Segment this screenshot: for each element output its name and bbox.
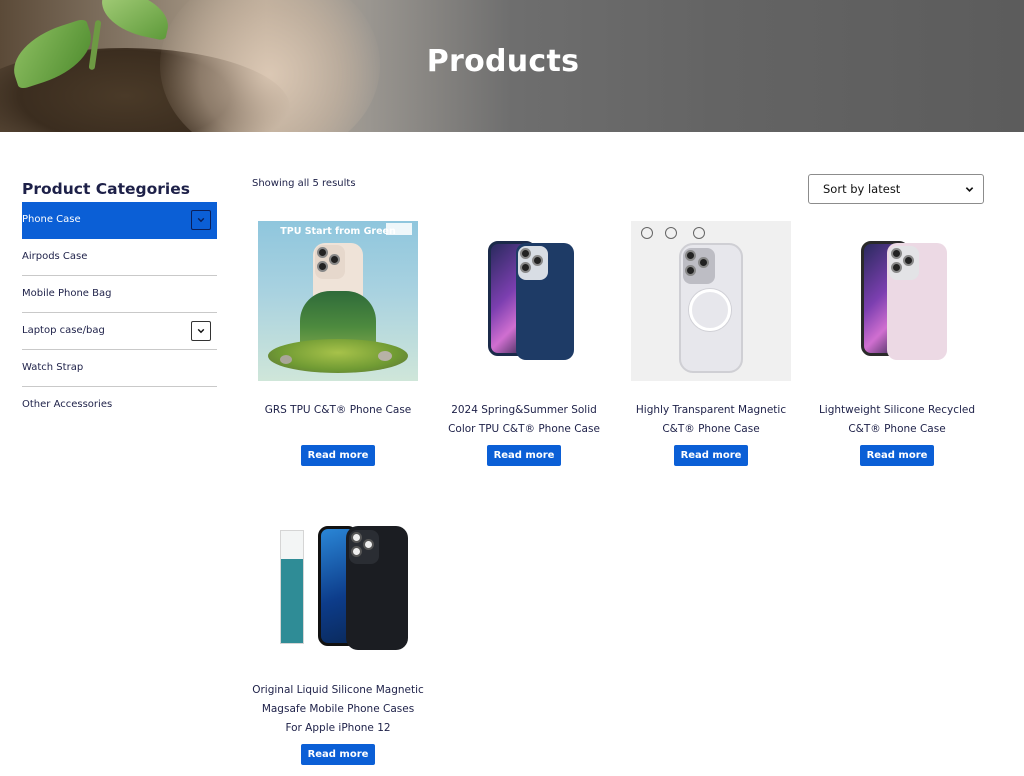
rock-decoration <box>378 351 392 361</box>
product-card: Original Liquid Silicone Magnetic Magsaf… <box>252 500 432 770</box>
product-title-line: Highly Transparent Magnetic <box>635 404 787 416</box>
product-card: Lightweight Silicone Recycled C&T® Phone… <box>811 221 991 471</box>
chevron-down-icon <box>197 217 205 223</box>
sort-selected-value: Sort by latest <box>823 182 901 196</box>
product-title-line: Magsafe Mobile Phone Cases <box>261 703 415 715</box>
product-card: TPU Start from Green GRS TPU C&T® Phone … <box>252 221 432 471</box>
read-more-button[interactable]: Read more <box>301 445 375 466</box>
product-image[interactable] <box>817 221 977 381</box>
chevron-down-icon <box>965 187 974 192</box>
magsafe-ring <box>689 289 731 331</box>
camera-lens <box>685 265 696 276</box>
read-more-button[interactable]: Read more <box>487 445 561 466</box>
product-card: 2024 Spring&Summer Solid Color TPU C&T® … <box>438 221 618 471</box>
camera-lens <box>329 254 340 265</box>
product-title-link[interactable]: Lightweight Silicone Recycled C&T® Phone… <box>805 401 989 439</box>
product-title-line: GRS TPU C&T® Phone Case <box>264 404 412 416</box>
camera-lens <box>317 247 328 258</box>
product-title-line: For Apple iPhone 12 <box>285 722 391 734</box>
expand-toggle-button[interactable] <box>191 210 211 230</box>
read-more-button[interactable]: Read more <box>674 445 748 466</box>
product-title-line: C&T® Phone Case <box>662 423 760 435</box>
sidebar-heading: Product Categories <box>22 180 190 198</box>
sidebar-item-airpods-case[interactable]: Airpods Case <box>22 239 217 276</box>
brand-logo-tag <box>386 223 412 235</box>
camera-lens <box>351 546 362 557</box>
feature-icon <box>665 227 677 239</box>
product-image[interactable] <box>258 500 418 660</box>
sidebar-item-label: Laptop case/bag <box>22 325 105 336</box>
read-more-button[interactable]: Read more <box>860 445 934 466</box>
feature-icon <box>693 227 705 239</box>
camera-lens <box>685 250 696 261</box>
sidebar-item-other-accessories[interactable]: Other Accessories <box>22 387 217 424</box>
product-image[interactable] <box>444 221 604 381</box>
product-title-line: Color TPU C&T® Phone Case <box>448 423 600 435</box>
page-title: Products <box>426 44 580 79</box>
sidebar-item-label: Airpods Case <box>22 251 88 262</box>
product-title-line: Original Liquid Silicone Magnetic <box>252 684 424 696</box>
sort-select[interactable]: Sort by latest <box>808 174 984 204</box>
sidebar-item-label: Phone Case <box>22 214 81 225</box>
camera-lens <box>532 255 543 266</box>
rock-decoration <box>280 355 292 364</box>
product-title-link[interactable]: Highly Transparent Magnetic C&T® Phone C… <box>619 401 803 439</box>
camera-lens <box>351 532 362 543</box>
sidebar-item-mobile-phone-bag[interactable]: Mobile Phone Bag <box>22 276 217 313</box>
camera-lens <box>520 248 531 259</box>
camera-lens <box>903 255 914 266</box>
camera-lens <box>363 539 374 550</box>
result-count: Showing all 5 results <box>252 178 356 189</box>
product-image[interactable]: TPU Start from Green <box>258 221 418 381</box>
product-image[interactable] <box>631 221 791 381</box>
product-title-line: Lightweight Silicone Recycled <box>818 404 976 416</box>
camera-lens <box>891 262 902 273</box>
product-categories-sidebar: Product Categories Phone Case Airpods Ca… <box>22 178 217 424</box>
product-title-link[interactable]: 2024 Spring&Summer Solid Color TPU C&T® … <box>432 401 616 439</box>
camera-lens <box>698 257 709 268</box>
feature-icon <box>641 227 653 239</box>
hero-leaf-decoration <box>96 0 174 41</box>
sidebar-item-label: Mobile Phone Bag <box>22 288 112 299</box>
product-title-line: 2024 Spring&Summer Solid <box>451 404 597 416</box>
product-title-line: C&T® Phone Case <box>848 423 946 435</box>
sidebar-item-label: Other Accessories <box>22 399 113 410</box>
page-hero-banner: Products <box>0 0 1024 132</box>
camera-lens <box>520 262 531 273</box>
product-title-link[interactable]: GRS TPU C&T® Phone Case <box>246 401 430 420</box>
camera-lens <box>317 261 328 272</box>
packaging-box <box>280 530 304 644</box>
sidebar-item-phone-case[interactable]: Phone Case <box>22 202 217 239</box>
sidebar-item-watch-strap[interactable]: Watch Strap <box>22 350 217 387</box>
product-title-link[interactable]: Original Liquid Silicone Magnetic Magsaf… <box>246 681 430 738</box>
sidebar-item-label: Watch Strap <box>22 362 84 373</box>
product-card: Highly Transparent Magnetic C&T® Phone C… <box>625 221 805 471</box>
sidebar-item-laptop-case-bag[interactable]: Laptop case/bag <box>22 313 217 350</box>
chevron-down-icon <box>197 328 205 334</box>
expand-toggle-button[interactable] <box>191 321 211 341</box>
read-more-button[interactable]: Read more <box>301 744 375 765</box>
camera-lens <box>891 248 902 259</box>
